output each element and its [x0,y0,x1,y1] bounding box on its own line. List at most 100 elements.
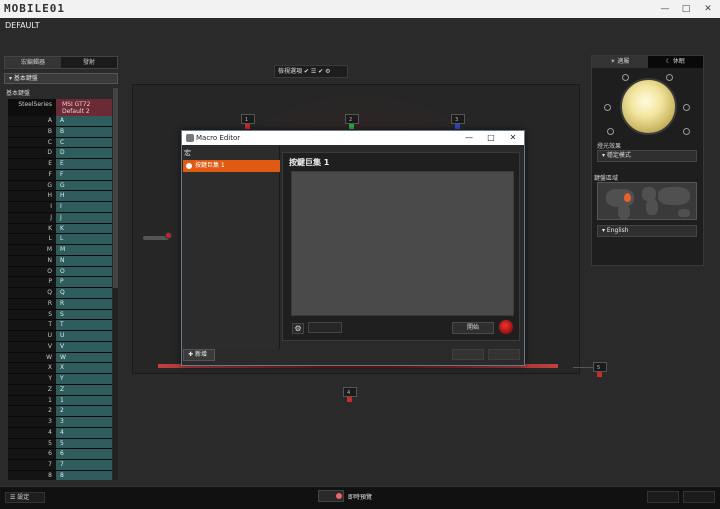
key-target[interactable]: G [56,180,112,191]
key-row[interactable]: KK [8,223,112,235]
key-row[interactable]: 44 [8,427,112,439]
key-row[interactable]: II [8,202,112,213]
minimize-button[interactable]: — [658,3,672,15]
left-scrollbar[interactable] [113,88,118,480]
key-target[interactable]: Q [56,288,112,298]
bottom-button-2[interactable] [683,491,715,503]
key-target[interactable]: 4 [56,427,112,438]
tab-active-mode[interactable]: ☀ 適屬 [592,56,648,68]
key-row[interactable]: 66 [8,449,112,460]
zone-pin-1[interactable]: 1 [241,114,255,129]
key-target[interactable]: U [56,331,112,341]
dialog-minimize-button[interactable]: — [458,131,480,145]
key-row[interactable]: WW [8,352,112,364]
tab-sleep-mode[interactable]: ☾ 休眠 [647,56,703,68]
key-target[interactable]: 2 [56,406,112,416]
key-target[interactable]: J [56,212,112,223]
new-macro-button[interactable]: ✚ 新增 [183,349,215,361]
key-target[interactable]: L [56,234,112,244]
key-target[interactable]: 1 [56,395,112,406]
key-row[interactable]: YY [8,374,112,385]
key-target[interactable]: 3 [56,417,112,427]
maximize-button[interactable]: □ [679,3,693,15]
key-row[interactable]: JJ [8,212,112,224]
key-target[interactable]: Y [56,374,112,384]
key-target[interactable]: S [56,309,112,320]
key-target[interactable]: B [56,126,112,137]
key-row[interactable]: FF [8,169,112,181]
key-row[interactable]: 11 [8,395,112,407]
key-target[interactable]: V [56,341,112,352]
key-row[interactable]: OO [8,266,112,278]
key-row[interactable]: XX [8,363,112,374]
bottom-button-1[interactable] [647,491,679,503]
key-row[interactable]: ZZ [8,384,112,396]
key-target[interactable]: K [56,223,112,234]
key-row[interactable]: 33 [8,417,112,428]
view-options-toolbar[interactable]: 檢視選項 ✔ ☰ ✔ ⚙ [274,65,348,78]
dialog-close-button[interactable]: ✕ [502,131,524,145]
key-target[interactable]: E [56,159,112,169]
key-target[interactable]: H [56,191,112,201]
key-target[interactable]: N [56,255,112,266]
key-target[interactable]: 8 [56,470,112,480]
key-row[interactable]: 22 [8,406,112,417]
key-target[interactable]: 5 [56,438,112,449]
key-row[interactable]: MM [8,245,112,256]
key-target[interactable]: F [56,169,112,180]
key-row[interactable]: UU [8,331,112,342]
language-select[interactable]: ▾ English [597,225,697,237]
key-row[interactable]: SS [8,309,112,321]
key-row[interactable]: NN [8,255,112,267]
key-row[interactable]: QQ [8,288,112,299]
key-row[interactable]: PP [8,277,112,288]
key-row[interactable]: EE [8,159,112,170]
key-target[interactable]: M [56,245,112,255]
key-row[interactable]: DD [8,148,112,159]
light-bulb-icon[interactable] [620,78,677,135]
key-target[interactable]: T [56,320,112,330]
key-target[interactable]: Z [56,384,112,395]
light-effect-select[interactable]: ▾ 穩定模式 [597,150,697,162]
key-row[interactable]: HH [8,191,112,202]
key-row[interactable]: BB [8,126,112,138]
key-row[interactable]: TT [8,320,112,331]
dialog-cancel-button[interactable] [488,349,520,360]
zone-pin-5[interactable]: 5 [593,362,607,377]
delay-input[interactable] [308,322,342,333]
key-row[interactable]: VV [8,341,112,353]
zone-pin-3[interactable]: 3 [451,114,465,129]
key-row[interactable]: 55 [8,438,112,450]
dialog-maximize-button[interactable]: □ [480,131,502,145]
tab-launch[interactable]: 發射 [61,57,117,68]
settings-button[interactable]: ☰ 設定 [5,492,45,503]
start-record-button[interactable]: 開始 [452,322,494,334]
key-target[interactable]: R [56,298,112,309]
world-map[interactable] [597,182,697,220]
macro-list-item[interactable]: 按鍵巨集 1 [183,160,280,172]
key-target[interactable]: W [56,352,112,363]
brightness-slider-knob[interactable] [165,232,172,239]
record-button-icon[interactable] [498,319,514,335]
key-target[interactable]: 6 [56,449,112,459]
key-target[interactable]: C [56,137,112,148]
key-row[interactable]: AA [8,116,112,127]
tab-macro-editor[interactable]: 宏編輯器 [5,57,61,68]
key-target[interactable]: I [56,202,112,212]
dialog-ok-button[interactable] [452,349,484,360]
key-row[interactable]: GG [8,180,112,192]
key-row[interactable]: 77 [8,460,112,471]
key-row[interactable]: LL [8,234,112,245]
key-target[interactable]: O [56,266,112,277]
key-row[interactable]: 88 [8,470,112,480]
key-row[interactable]: CC [8,137,112,149]
key-row[interactable]: RR [8,298,112,310]
key-target[interactable]: X [56,363,112,373]
section-header-basic-keyboard[interactable]: ▾ 基本鍵盤 [4,73,118,84]
close-button[interactable]: ✕ [701,3,715,15]
key-target[interactable]: D [56,148,112,158]
macro-event-list[interactable] [291,171,514,316]
zone-pin-2[interactable]: 2 [345,114,359,129]
key-target[interactable]: 7 [56,460,112,470]
gear-icon[interactable]: ⚙ [292,323,304,334]
